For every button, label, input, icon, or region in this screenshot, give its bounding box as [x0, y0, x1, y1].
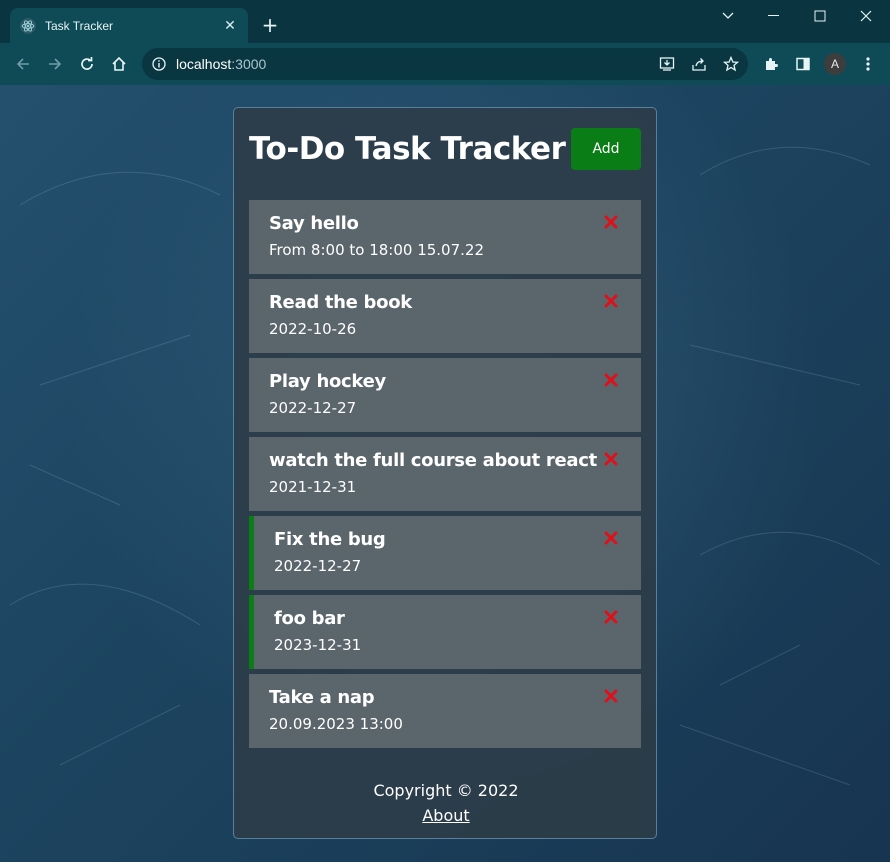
- tab-search-chevron-icon[interactable]: [705, 0, 751, 32]
- task-item[interactable]: Play hockey 2022-12-27: [249, 358, 641, 432]
- page-title: To-Do Task Tracker: [249, 131, 566, 167]
- delete-task-icon[interactable]: [603, 451, 619, 467]
- tab-title: Task Tracker: [45, 18, 114, 33]
- task-title: Play hockey: [269, 371, 386, 392]
- close-window-icon[interactable]: [843, 0, 889, 32]
- side-panel-icon[interactable]: [791, 52, 815, 76]
- address-bar[interactable]: localhost:3000: [142, 48, 748, 80]
- task-day: 2022-12-27: [274, 557, 362, 575]
- add-button[interactable]: Add: [571, 128, 641, 170]
- about-link[interactable]: About: [422, 805, 469, 827]
- task-tracker-container: To-Do Task Tracker Add Say hello From 8:…: [233, 107, 657, 839]
- task-title: Take a nap: [269, 687, 375, 708]
- footer: Copyright © 2022 About: [234, 780, 658, 827]
- task-item[interactable]: Say hello From 8:00 to 18:00 15.07.22: [249, 200, 641, 274]
- page-viewport: To-Do Task Tracker Add Say hello From 8:…: [0, 85, 890, 862]
- task-list: Say hello From 8:00 to 18:00 15.07.22 Re…: [249, 200, 641, 748]
- profile-avatar[interactable]: A: [824, 53, 846, 75]
- forward-icon[interactable]: [43, 52, 67, 76]
- maximize-icon[interactable]: [797, 0, 843, 32]
- delete-task-icon[interactable]: [603, 214, 619, 230]
- minimize-icon[interactable]: [751, 0, 797, 32]
- url-text: localhost:3000: [176, 56, 266, 72]
- task-title: Fix the bug: [274, 529, 386, 550]
- task-title: Say hello: [269, 213, 359, 234]
- menu-kebab-icon[interactable]: [856, 52, 880, 76]
- site-info-icon[interactable]: [152, 57, 166, 71]
- delete-task-icon[interactable]: [603, 609, 619, 625]
- browser-tabbar: Task Tracker ✕ +: [0, 0, 890, 43]
- react-atom-icon: [20, 17, 36, 34]
- delete-task-icon[interactable]: [603, 688, 619, 704]
- task-title: watch the full course about react: [269, 450, 597, 471]
- install-app-icon[interactable]: [655, 52, 679, 76]
- delete-task-icon[interactable]: [603, 293, 619, 309]
- delete-task-icon[interactable]: [603, 530, 619, 546]
- home-icon[interactable]: [107, 52, 131, 76]
- task-item[interactable]: Take a nap 20.09.2023 13:00: [249, 674, 641, 748]
- back-icon[interactable]: [11, 52, 35, 76]
- task-day: 2022-10-26: [269, 320, 357, 338]
- tab-close-icon[interactable]: ✕: [222, 18, 238, 34]
- task-day: 2023-12-31: [274, 636, 362, 654]
- share-icon[interactable]: [687, 52, 711, 76]
- bookmark-star-icon[interactable]: [719, 52, 743, 76]
- browser-tab[interactable]: Task Tracker ✕: [10, 8, 248, 43]
- task-day: 2022-12-27: [269, 399, 357, 417]
- task-day: 2021-12-31: [269, 478, 357, 496]
- header: To-Do Task Tracker Add: [249, 128, 641, 170]
- url-host: localhost: [176, 56, 232, 72]
- task-title: foo bar: [274, 608, 345, 629]
- task-item-reminder[interactable]: Fix the bug 2022-12-27: [249, 516, 641, 590]
- reload-icon[interactable]: [75, 52, 99, 76]
- browser-toolbar: localhost:3000 A: [0, 43, 890, 85]
- copyright-text: Copyright © 2022: [373, 781, 519, 800]
- delete-task-icon[interactable]: [603, 372, 619, 388]
- task-day: 20.09.2023 13:00: [269, 715, 403, 733]
- task-item[interactable]: Read the book 2022-10-26: [249, 279, 641, 353]
- new-tab-icon[interactable]: +: [258, 14, 282, 38]
- task-item-reminder[interactable]: foo bar 2023-12-31: [249, 595, 641, 669]
- url-port: :3000: [231, 56, 267, 72]
- task-day: From 8:00 to 18:00 15.07.22: [269, 241, 485, 259]
- extensions-icon[interactable]: [759, 52, 783, 76]
- task-title: Read the book: [269, 292, 412, 313]
- task-item[interactable]: watch the full course about react 2021-1…: [249, 437, 641, 511]
